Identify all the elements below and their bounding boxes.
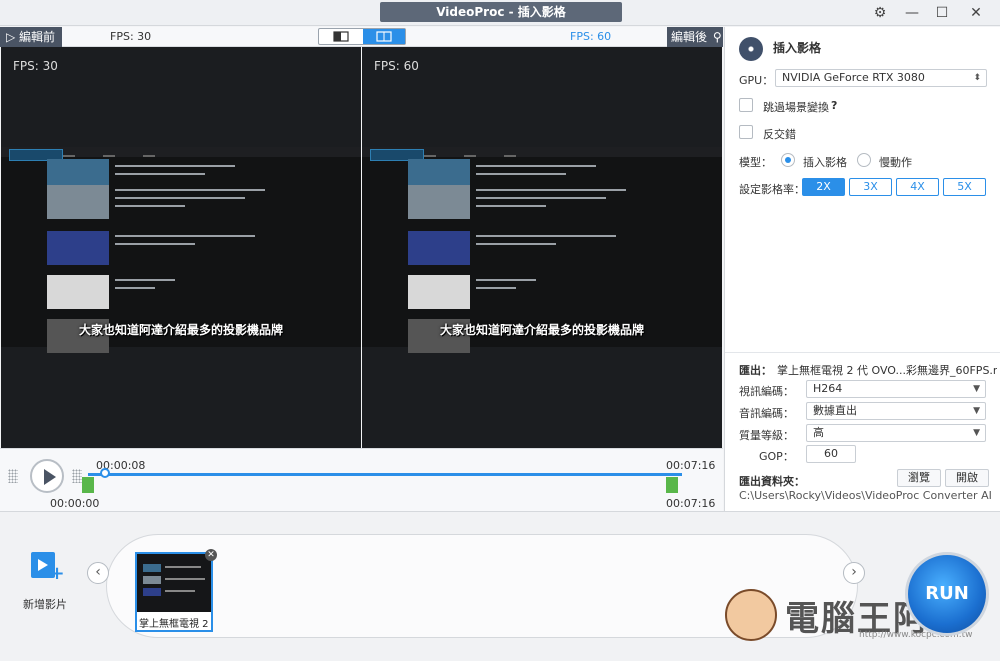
timeline-track[interactable]	[88, 473, 682, 476]
chevron-down-icon: ▼	[973, 428, 980, 438]
side-by-side-view-icon[interactable]	[319, 29, 362, 44]
timeline: 00:00:08 00:07:16 00:00:00 00:07:16	[0, 448, 723, 511]
split-view-icon[interactable]	[363, 29, 405, 44]
end-timecode-top: 00:07:16	[666, 459, 716, 472]
trim-start-handle[interactable]	[82, 477, 94, 493]
minimize-button[interactable]: —	[900, 3, 924, 23]
output-filename[interactable]: 掌上無框電視 2 代 OVO...彩無邊界_60FPS.mp4	[777, 362, 997, 378]
clip-preview-image	[137, 554, 211, 612]
video-frame-after: 大家也知道阿達介紹最多的投影機品牌	[362, 147, 722, 353]
subtitle-caption-after: 大家也知道阿達介紹最多的投影機品牌	[439, 323, 644, 337]
model-option-interpolate: 插入影格	[803, 156, 847, 169]
chevron-updown-icon: ⬍	[973, 73, 981, 83]
end-timecode-bottom: 00:07:16	[666, 497, 716, 510]
skip-scene-checkbox[interactable]	[739, 98, 753, 112]
chevron-down-icon: ▼	[973, 384, 980, 394]
chevron-left-icon[interactable]: ‹	[87, 562, 109, 584]
gop-label: GOP：	[759, 450, 794, 463]
playhead[interactable]	[100, 468, 110, 478]
quality-select[interactable]: 高 ▼	[806, 424, 986, 442]
browse-button[interactable]: 瀏覽	[897, 469, 941, 487]
add-video-button[interactable]: + 新增影片	[18, 548, 72, 612]
settings-panel: 插入影格 GPU： NVIDIA GeForce RTX 3080 ⬍ 跳過場景…	[724, 27, 1000, 511]
video-codec-label: 視訊編碼：	[739, 385, 794, 398]
audio-codec-select[interactable]: 數據直出 ▼	[806, 402, 986, 420]
zoom-icon[interactable]: ⚲	[713, 30, 722, 44]
audio-codec-value: 數據直出	[813, 404, 857, 417]
grip-right-icon	[72, 469, 82, 483]
after-label: 編輯後 ⚲	[667, 27, 723, 47]
after-label-text: 編輯後	[671, 30, 708, 44]
settings-icon[interactable]: ⚙	[868, 3, 892, 23]
gpu-label: GPU：	[739, 74, 774, 87]
close-button[interactable]: ✕	[964, 3, 988, 23]
fps-before-header: FPS: 30	[110, 30, 152, 43]
subtitle-caption-before: 大家也知道阿達介紹最多的投影機品牌	[78, 323, 283, 337]
audio-codec-label: 音訊編碼：	[739, 407, 794, 420]
title-bar: VideoProc - 插入影格 ⚙ — ☐ ✕	[0, 0, 1000, 26]
clip-bar: + 新增影片 ‹ › 掌上無框電視 2 代 ✕ 電腦王阿達 http://www…	[0, 511, 1000, 661]
frame-rate-label: 設定影格率：	[739, 183, 805, 196]
preview-after-pane: FPS: 60 大家也知道阿達介紹最多的投影機品牌	[362, 47, 722, 448]
output-folder-path: C:\Users\Rocky\Videos\VideoProc Converte…	[739, 489, 992, 502]
fps-after-overlay: FPS: 60	[374, 59, 419, 73]
close-icon[interactable]: ✕	[205, 549, 217, 561]
open-folder-button[interactable]: 開啟	[945, 469, 989, 487]
play-button[interactable]	[30, 459, 64, 493]
panel-divider	[725, 352, 1000, 353]
video-frame-before: 大家也知道阿達介紹最多的投影機品牌	[1, 147, 361, 353]
start-timecode: 00:00:00	[50, 497, 100, 510]
add-video-label: 新增影片	[23, 598, 67, 611]
video-codec-value: H264	[813, 382, 843, 395]
maximize-button[interactable]: ☐	[930, 3, 954, 23]
gpu-select[interactable]: NVIDIA GeForce RTX 3080 ⬍	[775, 69, 987, 87]
output-label: 匯出：	[739, 364, 772, 377]
model-radio-interpolate[interactable]	[781, 153, 795, 167]
quality-label: 質量等級：	[739, 429, 794, 442]
deinterlace-label: 反交錯	[763, 128, 796, 141]
chevron-down-icon: ▼	[973, 406, 980, 416]
model-option-slowmo: 慢動作	[879, 156, 912, 169]
preview-header: ▷ 編輯前 FPS: 30 FPS: 60 編輯後 ⚲	[0, 27, 723, 47]
rate-5x-button[interactable]: 5X	[943, 178, 986, 196]
rate-2x-button[interactable]: 2X	[802, 178, 845, 196]
fps-before-overlay: FPS: 30	[13, 59, 58, 73]
panel-title: 插入影格	[773, 41, 822, 55]
rate-3x-button[interactable]: 3X	[849, 178, 892, 196]
gop-input[interactable]: 60	[806, 445, 856, 463]
view-mode-toggle[interactable]	[318, 28, 406, 45]
rate-4x-button[interactable]: 4X	[896, 178, 939, 196]
quality-value: 高	[813, 426, 824, 439]
clip-name: 掌上無框電視 2 代	[139, 619, 211, 630]
gpu-value: NVIDIA GeForce RTX 3080	[782, 71, 925, 84]
watermark-mascot-icon	[725, 589, 777, 641]
chevron-right-icon[interactable]: ›	[843, 562, 865, 584]
deinterlace-checkbox[interactable]	[739, 125, 753, 139]
video-codec-select[interactable]: H264 ▼	[806, 380, 986, 398]
film-reel-icon	[739, 37, 763, 61]
help-icon[interactable]: ?	[831, 99, 837, 112]
clip-thumbnail[interactable]: 掌上無框電視 2 代 ✕	[135, 549, 217, 632]
output-folder-label: 匯出資料夾：	[739, 475, 805, 488]
model-label: 模型：	[739, 156, 772, 169]
run-button[interactable]: RUN	[905, 552, 989, 636]
before-label: ▷ 編輯前	[0, 27, 62, 47]
trim-end-handle[interactable]	[666, 477, 678, 493]
add-video-icon: +	[25, 548, 65, 583]
skip-scene-label: 跳過場景變換	[763, 101, 829, 114]
grip-left-icon	[8, 469, 18, 483]
fps-after-header: FPS: 60	[570, 30, 612, 43]
window-title: VideoProc - 插入影格	[380, 2, 622, 22]
preview-before-pane: FPS: 30 大家也知道阿達介紹最多的投影機品牌	[1, 47, 361, 448]
model-radio-slowmo[interactable]	[857, 153, 871, 167]
